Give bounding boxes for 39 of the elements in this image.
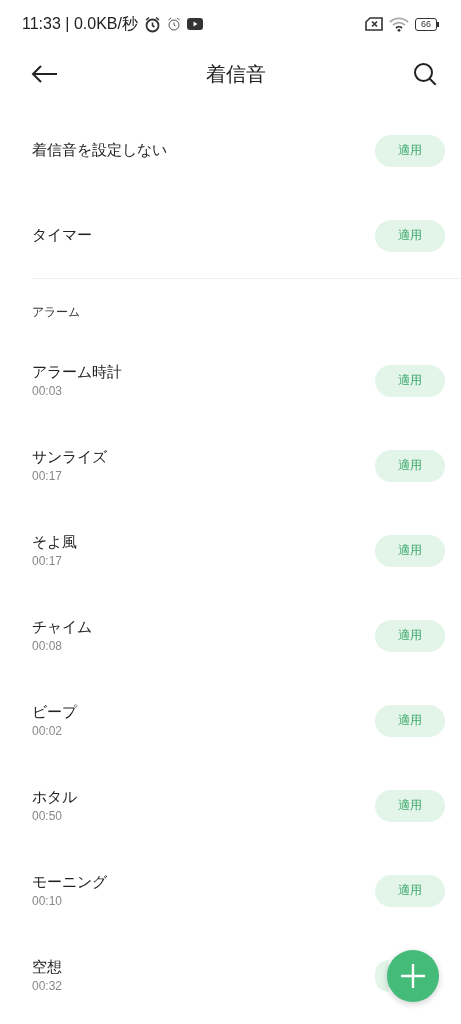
apply-button[interactable]: 適用	[375, 219, 445, 252]
ringtone-title: サンライズ	[32, 448, 108, 467]
wifi-icon	[389, 16, 409, 32]
page-title: 着信音	[205, 60, 266, 88]
sim-off-icon	[365, 17, 383, 31]
apply-button[interactable]: 適用	[375, 134, 445, 167]
ringtone-duration: 00:32	[32, 979, 64, 993]
ringtone-duration: 00:03	[32, 384, 64, 398]
ringtone-duration: 00:50	[32, 809, 64, 823]
ringtone-duration: 00:10	[32, 894, 64, 908]
apply-button[interactable]: 適用	[375, 789, 445, 822]
section-label: アラーム	[31, 304, 81, 321]
video-play-icon	[186, 18, 203, 30]
ringtone-title: そよ風	[32, 533, 78, 552]
apply-button[interactable]: 適用	[375, 449, 445, 482]
back-arrow-icon[interactable]	[30, 64, 58, 84]
ringtone-title: アラーム時計	[32, 363, 123, 382]
ringtone-title: ホタル	[32, 788, 78, 807]
ringtone-title: ビープ	[32, 703, 79, 722]
ringtone-title: 空想	[32, 958, 63, 977]
ringtone-duration: 00:17	[32, 554, 64, 568]
apply-button[interactable]: 適用	[375, 619, 445, 652]
ringtone-title: タイマー	[32, 226, 93, 245]
ringtone-duration: 00:08	[32, 639, 64, 653]
ringtone-title: 着信音を設定しない	[32, 141, 168, 160]
alarm-clock-icon	[143, 15, 161, 33]
battery-icon: 66	[415, 17, 439, 31]
ringtone-title: チャイム	[32, 618, 93, 637]
apply-button[interactable]: 適用	[375, 364, 445, 397]
apply-button[interactable]: 適用	[375, 874, 445, 907]
ringtone-duration: 00:17	[32, 469, 64, 483]
plus-icon	[400, 963, 426, 989]
apply-button[interactable]: 適用	[375, 704, 445, 737]
search-icon[interactable]	[413, 62, 437, 86]
ringtone-duration: 00:02	[32, 724, 64, 738]
apply-button[interactable]: 適用	[375, 534, 445, 567]
ringtone-title: モーニング	[32, 873, 108, 892]
alarm-clock-icon	[166, 17, 181, 31]
status-time: 11:33 | 0.0KB/秒	[22, 13, 138, 34]
